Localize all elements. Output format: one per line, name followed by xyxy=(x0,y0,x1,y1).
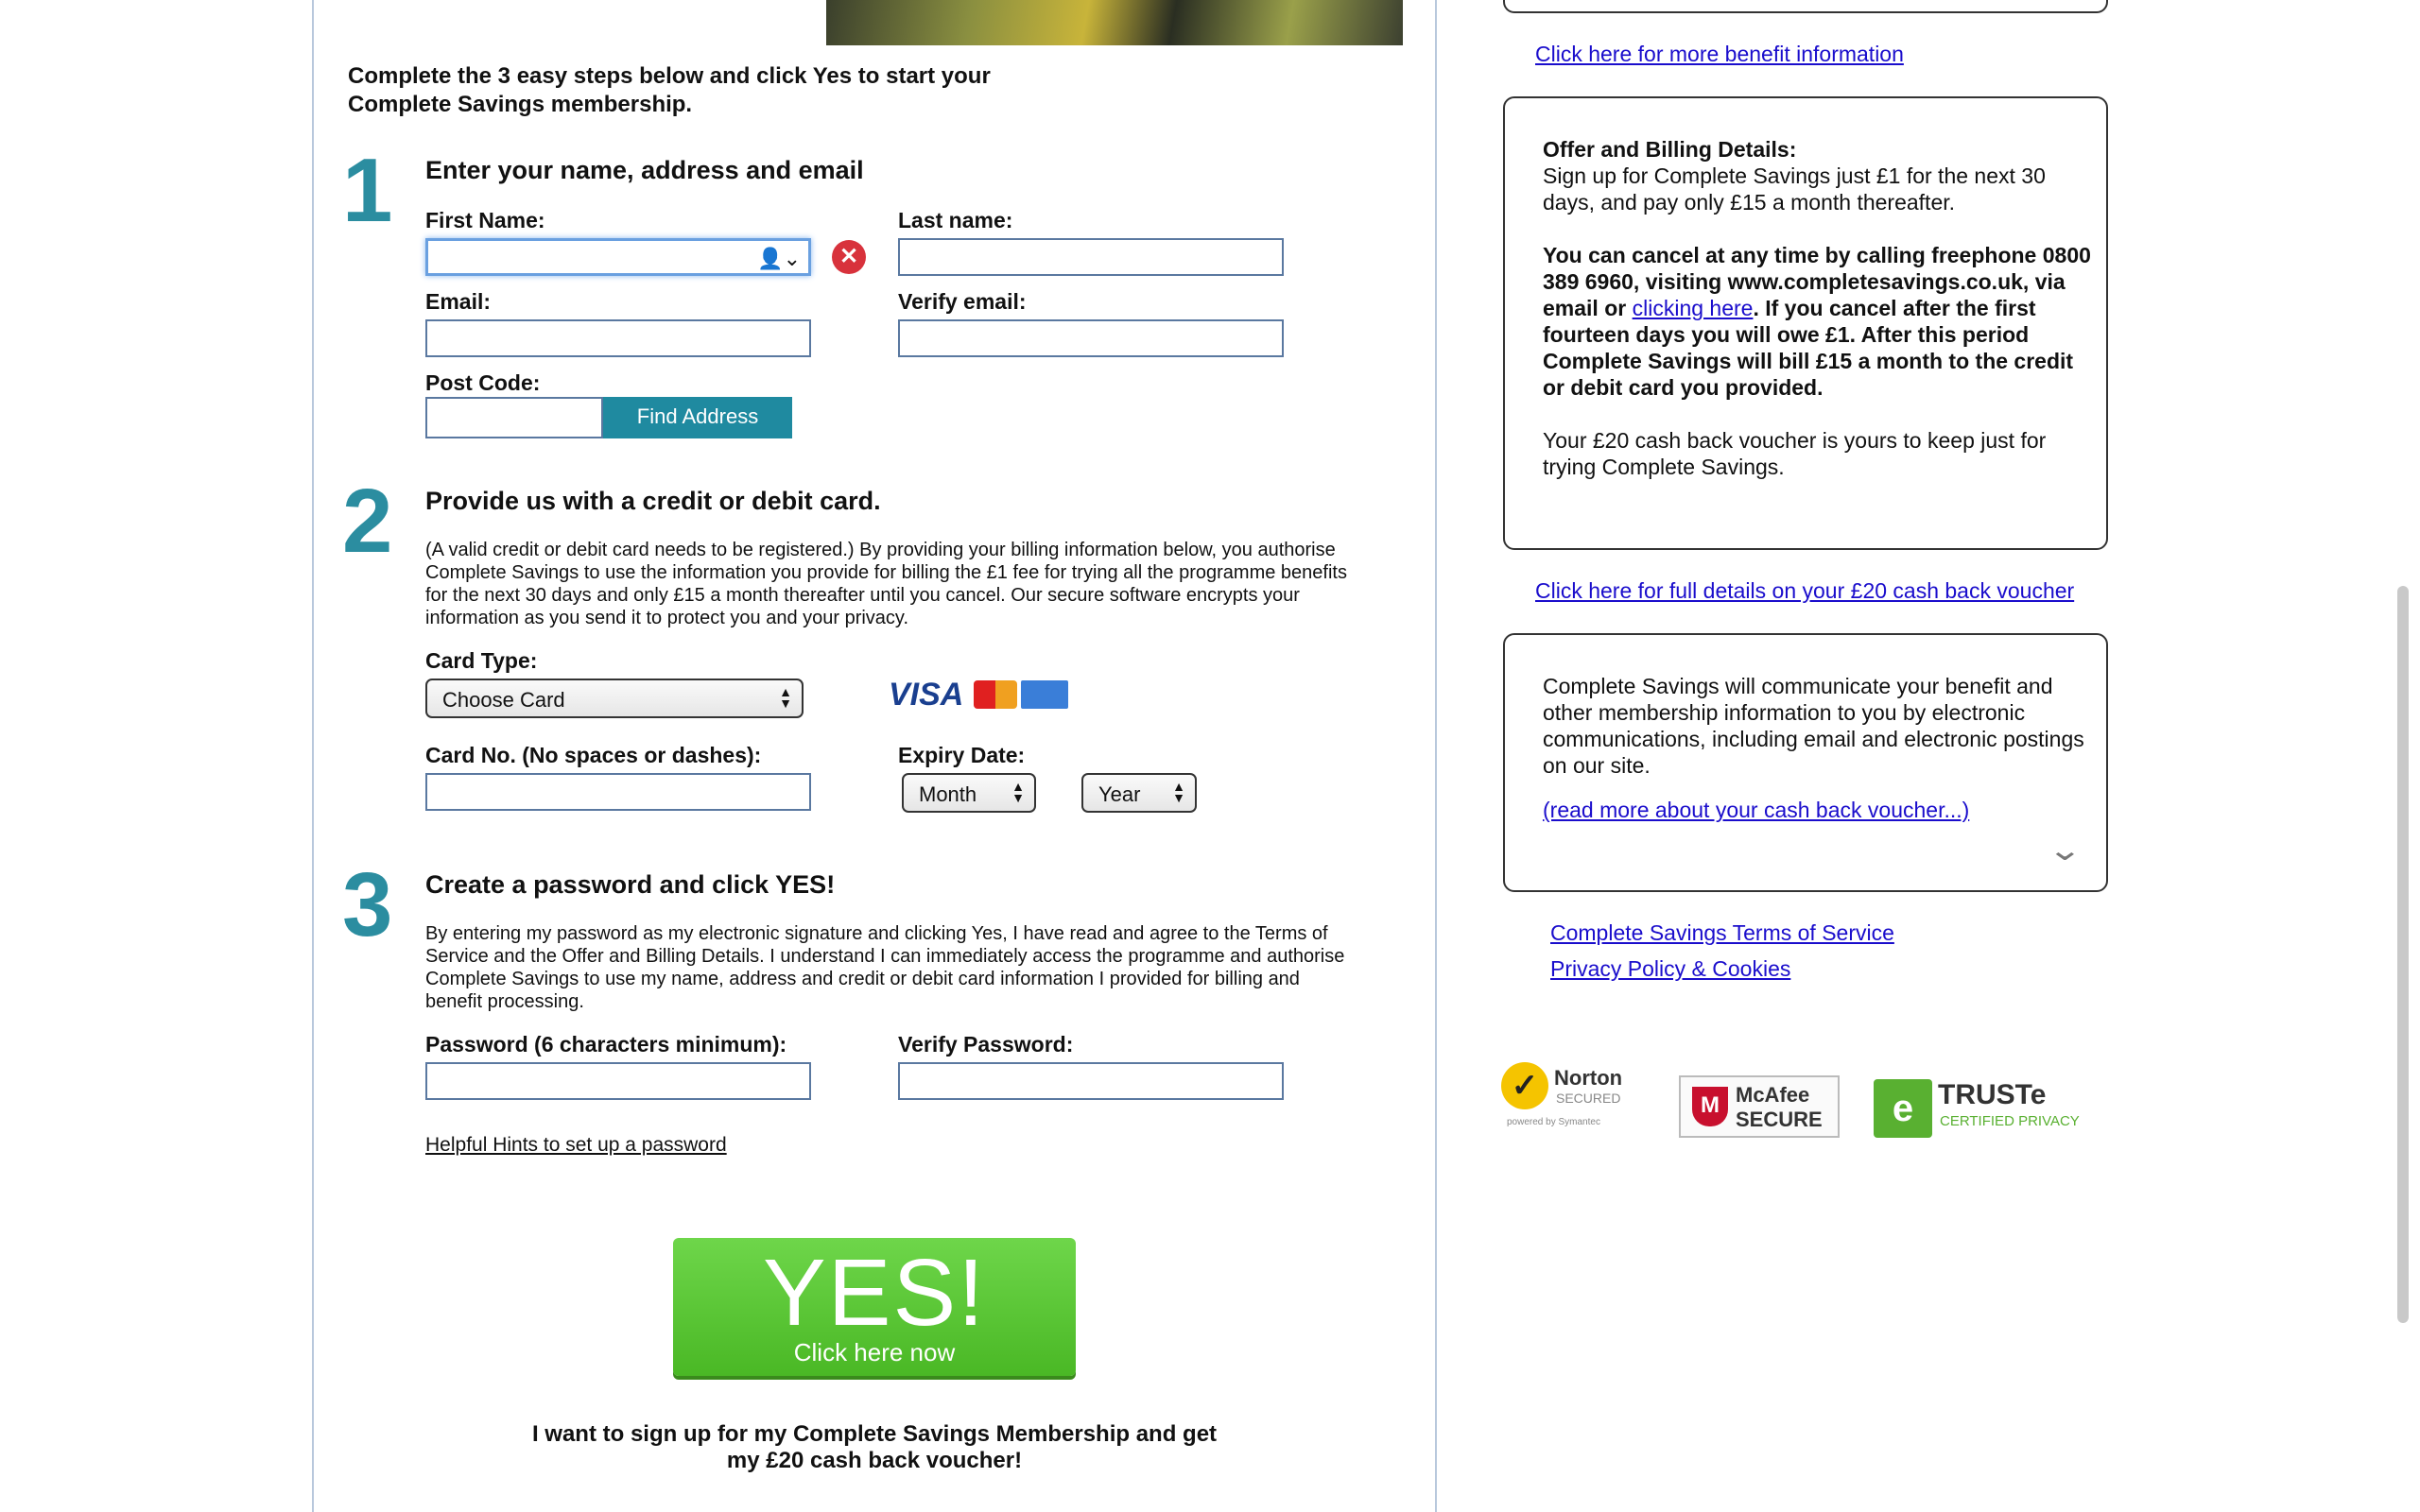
password-label: Password (6 characters minimum): xyxy=(425,1032,787,1057)
step-3-heading: Create a password and click YES! xyxy=(425,870,836,899)
voucher-text: Your £20 cash back voucher is yours to k… xyxy=(1543,428,2047,479)
truste-badge[interactable]: e TRUSTe CERTIFIED PRIVACY xyxy=(1874,1075,2091,1138)
error-icon: ✕ xyxy=(832,240,866,274)
postcode-label: Post Code: xyxy=(425,370,541,395)
card-type-select[interactable]: Choose Card ▲ ▼ xyxy=(425,679,804,718)
norton-badge[interactable]: ✓ Norton SECURED powered by Symantec xyxy=(1501,1058,1645,1134)
expiry-month-select[interactable]: Month ▲ ▼ xyxy=(902,773,1036,813)
step-3-text: By entering my password as my electronic… xyxy=(425,923,1345,1012)
communications-text: Complete Savings will communicate your b… xyxy=(1543,674,2084,778)
offer-billing-title: Offer and Billing Details: xyxy=(1543,137,1797,162)
mcafee-secure-label: SECURE xyxy=(1736,1108,1823,1131)
yes-button[interactable]: YES! Click here now xyxy=(673,1238,1076,1376)
mcafee-badge[interactable]: M McAfee SECURE xyxy=(1679,1075,1840,1138)
privacy-policy-link[interactable]: Privacy Policy & Cookies xyxy=(1550,956,1790,982)
signup-confirmation-text: I want to sign up for my Complete Saving… xyxy=(531,1421,1218,1473)
verify-email-label: Verify email: xyxy=(898,289,1027,314)
offer-billing-block: Offer and Billing Details: Sign up for C… xyxy=(1543,136,2091,480)
last-name-label: Last name: xyxy=(898,208,1013,232)
select-arrows-icon: ▲ ▼ xyxy=(1172,779,1185,805)
norton-label: Norton xyxy=(1554,1066,1623,1090)
expiry-year-select[interactable]: Year ▲ ▼ xyxy=(1081,773,1197,813)
cancel-clicking-here-link[interactable]: clicking here xyxy=(1633,296,1754,320)
step-2-text: (A valid credit or debit card needs to b… xyxy=(425,540,1347,628)
verify-password-label: Verify Password: xyxy=(898,1032,1074,1057)
truste-label: TRUSTe xyxy=(1938,1079,2047,1110)
voucher-details-link[interactable]: Click here for full details on your £20 … xyxy=(1535,578,2074,604)
mastercard-logo xyxy=(974,680,1017,709)
communications-box: Complete Savings will communicate your b… xyxy=(1503,633,2108,892)
intro-text: Complete the 3 easy steps below and clic… xyxy=(348,63,991,117)
checkmark-icon: ✓ xyxy=(1501,1062,1548,1109)
mcafee-label: McAfee xyxy=(1736,1083,1810,1107)
cancel-policy-text: You can cancel at any time by calling fr… xyxy=(1543,242,2091,401)
offer-billing-box: Offer and Billing Details: Sign up for C… xyxy=(1503,96,2108,550)
amex-logo xyxy=(1021,680,1068,709)
truste-logo-icon: e xyxy=(1874,1079,1932,1138)
norton-powered-label: powered by Symantec xyxy=(1507,1117,1600,1127)
autofill-contact-icon[interactable]: 👤⌄ xyxy=(757,247,801,271)
step-1-heading: Enter your name, address and email xyxy=(425,156,864,184)
verify-password-input[interactable] xyxy=(898,1062,1284,1100)
scrollbar-thumb[interactable] xyxy=(2397,586,2409,1323)
postcode-input[interactable] xyxy=(425,397,603,438)
card-type-value: Choose Card xyxy=(442,688,565,712)
select-arrows-icon: ▲ ▼ xyxy=(1011,779,1025,805)
find-address-button[interactable]: Find Address xyxy=(603,397,792,438)
verify-email-input[interactable] xyxy=(898,319,1284,357)
first-name-label: First Name: xyxy=(425,208,545,232)
mcafee-shield-icon: M xyxy=(1692,1087,1728,1126)
step-3-number: 3 xyxy=(342,854,393,955)
yes-button-sublabel: Click here now xyxy=(793,1338,956,1366)
card-type-label: Card Type: xyxy=(425,648,538,673)
email-label: Email: xyxy=(425,289,492,314)
step-2-number: 2 xyxy=(342,471,393,572)
card-number-input[interactable] xyxy=(425,773,811,811)
chevron-down-icon[interactable]: ⌄ xyxy=(2048,832,2083,868)
step-1-number: 1 xyxy=(342,140,393,241)
step-2-heading: Provide us with a credit or debit card. xyxy=(425,487,881,515)
email-input[interactable] xyxy=(425,319,811,357)
offer-billing-text: Sign up for Complete Savings just £1 for… xyxy=(1543,163,2046,215)
yes-button-label: YES! xyxy=(763,1240,986,1346)
read-more-voucher-link[interactable]: (read more about your cash back voucher.… xyxy=(1543,798,1969,823)
expiry-month-value: Month xyxy=(919,782,977,806)
norton-secured-label: SECURED xyxy=(1556,1091,1621,1106)
expiry-year-value: Year xyxy=(1098,782,1141,806)
truste-certified-label: CERTIFIED PRIVACY xyxy=(1940,1113,2080,1129)
left-border xyxy=(312,0,314,1512)
expiry-label: Expiry Date: xyxy=(898,743,1026,767)
terms-of-service-link[interactable]: Complete Savings Terms of Service xyxy=(1550,920,1894,946)
password-hints-link[interactable]: Helpful Hints to set up a password xyxy=(425,1134,727,1157)
last-name-input[interactable] xyxy=(898,238,1284,276)
benefit-info-link[interactable]: Click here for more benefit information xyxy=(1535,42,1904,67)
password-input[interactable] xyxy=(425,1062,811,1100)
visa-logo: VISA xyxy=(889,677,964,713)
card-logos: VISA xyxy=(889,679,1068,711)
select-arrows-icon: ▲ ▼ xyxy=(779,684,792,711)
card-number-label: Card No. (No spaces or dashes): xyxy=(425,743,762,767)
first-name-input[interactable]: 👤⌄ xyxy=(425,238,811,276)
hero-image xyxy=(826,0,1403,45)
benefit-box-bottom xyxy=(1503,0,2108,13)
column-divider xyxy=(1435,0,1437,1512)
